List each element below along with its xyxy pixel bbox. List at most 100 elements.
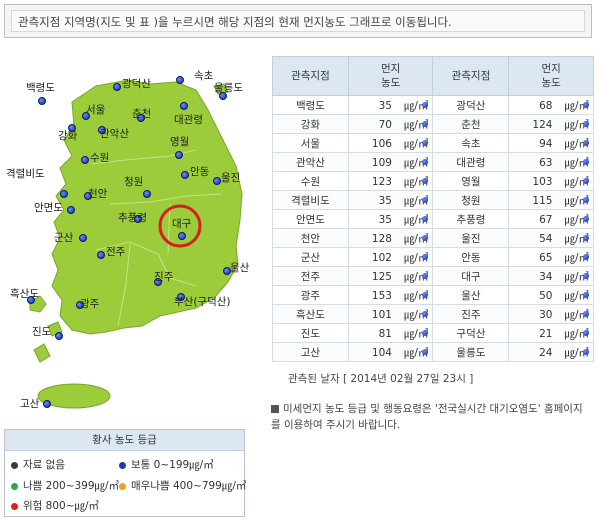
site-cell[interactable]: 영월: [432, 171, 510, 191]
table-row[interactable]: 격렬비도 35 ㎍/㎥ 청원 115 ㎍/㎥: [272, 190, 594, 210]
table-row[interactable]: 강화 70 ㎍/㎥ 춘천 124 ㎍/㎥: [272, 114, 594, 134]
map-label[interactable]: 대구: [172, 218, 191, 230]
site-cell[interactable]: 진도: [272, 323, 349, 343]
site-cell[interactable]: 진주: [432, 304, 510, 324]
map-label[interactable]: 진도: [32, 326, 51, 338]
table-row[interactable]: 서울 106 ㎍/㎥ 속초 94 ㎍/㎥: [272, 133, 594, 153]
map-label[interactable]: 청원: [124, 176, 143, 188]
site-cell[interactable]: 수원: [272, 171, 349, 191]
site-cell[interactable]: 관악산: [272, 152, 349, 172]
table-row[interactable]: 관악산 109 ㎍/㎥ 대관령 63 ㎍/㎥: [272, 152, 594, 172]
map-label[interactable]: 울진: [221, 172, 240, 184]
map-label[interactable]: 울산: [230, 262, 249, 274]
site-cell[interactable]: 안면도: [272, 209, 349, 229]
site-cell[interactable]: 전주: [272, 266, 349, 286]
table-row[interactable]: 백령도 35 ㎍/㎥ 광덕산 68 ㎍/㎥: [272, 95, 594, 115]
conc-cell: 81 ㎍/㎥: [347, 323, 434, 343]
observed-label: 관측된 날자: [288, 373, 340, 385]
station-dot[interactable]: [175, 151, 183, 159]
site-cell[interactable]: 울산: [432, 285, 510, 305]
site-cell[interactable]: 속초: [432, 133, 510, 153]
map-label[interactable]: 수원: [90, 152, 109, 164]
map-label[interactable]: 안면도: [34, 202, 63, 214]
station-dot[interactable]: [97, 251, 105, 259]
map-label[interactable]: 안동: [190, 166, 209, 178]
table-row[interactable]: 안면도 35 ㎍/㎥ 추풍령 67 ㎍/㎥: [272, 209, 594, 229]
map-label[interactable]: 서울: [86, 104, 105, 116]
map-label[interactable]: 격렬비도: [6, 168, 45, 180]
conc-cell: 30 ㎍/㎥: [508, 304, 594, 324]
station-dot[interactable]: [55, 332, 63, 340]
site-cell[interactable]: 격렬비도: [272, 190, 349, 210]
conc-cell: 115 ㎍/㎥: [508, 190, 594, 210]
table-row[interactable]: 군산 102 ㎍/㎥ 안동 65 ㎍/㎥: [272, 247, 594, 267]
site-cell[interactable]: 안동: [432, 247, 510, 267]
conc-cell: 153 ㎍/㎥: [347, 285, 434, 305]
station-dot[interactable]: [79, 234, 87, 242]
map-label[interactable]: 속초: [194, 70, 213, 82]
map-label[interactable]: 부산(구덕산): [174, 296, 231, 308]
site-cell[interactable]: 춘천: [432, 114, 510, 134]
site-cell[interactable]: 군산: [272, 247, 349, 267]
green-dot-icon: [11, 483, 18, 490]
site-cell[interactable]: 천안: [272, 228, 349, 248]
map-label[interactable]: 춘천: [132, 108, 151, 120]
station-dot[interactable]: [178, 232, 186, 240]
site-cell[interactable]: 대구: [432, 266, 510, 286]
map-label[interactable]: 광주: [80, 298, 99, 310]
station-dot[interactable]: [143, 190, 151, 198]
station-dot[interactable]: [67, 206, 75, 214]
korea-map[interactable]: 백령도 광덕산 속초 울릉도 서울 춘천 대관령 강화 관악산 영월 수원 안동…: [0, 64, 260, 424]
table-row[interactable]: 수원 123 ㎍/㎥ 영월 103 ㎍/㎥: [272, 171, 594, 191]
station-dot[interactable]: [60, 190, 68, 198]
note-text: 미세먼지 농도 등급 및 행동요령은 '전국실시간 대기오염도' 홈페이지를 이…: [271, 403, 583, 431]
map-label[interactable]: 천안: [88, 188, 107, 200]
station-dot[interactable]: [81, 156, 89, 164]
station-dot[interactable]: [113, 83, 121, 91]
legend-title: 황사 농도 등급: [5, 430, 244, 451]
table-row[interactable]: 광주 153 ㎍/㎥ 울산 50 ㎍/㎥: [272, 285, 594, 305]
map-label[interactable]: 백령도: [26, 82, 55, 94]
site-cell[interactable]: 추풍령: [432, 209, 510, 229]
map-label[interactable]: 관악산: [100, 128, 129, 140]
station-dot[interactable]: [176, 76, 184, 84]
station-dot[interactable]: [38, 97, 46, 105]
site-cell[interactable]: 백령도: [272, 95, 349, 115]
station-dot[interactable]: [181, 171, 189, 179]
site-cell[interactable]: 강화: [272, 114, 349, 134]
conc-cell: 125 ㎍/㎥: [347, 266, 434, 286]
site-cell[interactable]: 대관령: [432, 152, 510, 172]
table-row[interactable]: 고산 104 ㎍/㎥ 울릉도 24 ㎍/㎥: [272, 342, 594, 362]
table-row[interactable]: 천안 128 ㎍/㎥ 울진 54 ㎍/㎥: [272, 228, 594, 248]
site-cell[interactable]: 광주: [272, 285, 349, 305]
map-label[interactable]: 진주: [154, 271, 173, 283]
legend-item-bad: 나쁨 200~399㎍/㎥: [11, 478, 119, 493]
station-dot[interactable]: [180, 102, 188, 110]
site-cell[interactable]: 청원: [432, 190, 510, 210]
site-cell[interactable]: 울진: [432, 228, 510, 248]
site-cell[interactable]: 흑산도: [272, 304, 349, 324]
map-label[interactable]: 고산: [20, 398, 39, 410]
table-row[interactable]: 전주 125 ㎍/㎥ 대구 34 ㎍/㎥: [272, 266, 594, 286]
map-label[interactable]: 울릉도: [214, 82, 243, 94]
map-label[interactable]: 추풍령: [118, 212, 147, 224]
map-label[interactable]: 광덕산: [122, 78, 151, 90]
site-cell[interactable]: 울릉도: [432, 342, 510, 362]
site-cell[interactable]: 구덕산: [432, 323, 510, 343]
site-cell[interactable]: 고산: [272, 342, 349, 362]
map-label[interactable]: 전주: [106, 246, 125, 258]
map-label[interactable]: 대관령: [174, 114, 203, 126]
site-cell[interactable]: 서울: [272, 133, 349, 153]
map-label[interactable]: 군산: [54, 232, 73, 244]
station-dot[interactable]: [43, 400, 51, 408]
observed-value: [ 2014년 02월 27일 23시 ]: [342, 373, 474, 385]
map-label[interactable]: 흑산도: [10, 288, 39, 300]
map-label[interactable]: 영월: [170, 136, 189, 148]
table-row[interactable]: 흑산도 101 ㎍/㎥ 진주 30 ㎍/㎥: [272, 304, 594, 324]
dust-table: 관측지점 먼지 농도 관측지점 먼지 농도 백령도 35 ㎍/㎥ 광덕산 68 ㎍/㎥ …: [272, 56, 594, 362]
table-row[interactable]: 진도 81 ㎍/㎥ 구덕산 21 ㎍/㎥: [272, 323, 594, 343]
map-label[interactable]: 강화: [58, 130, 77, 142]
site-cell[interactable]: 광덕산: [432, 95, 510, 115]
conc-cell: 123 ㎍/㎥: [347, 171, 434, 191]
station-dot[interactable]: [213, 177, 221, 185]
